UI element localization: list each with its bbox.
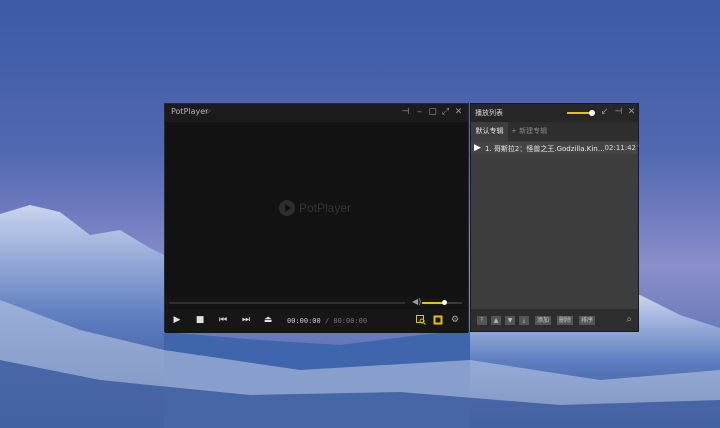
time-current: 00:00:00: [287, 317, 321, 325]
potplayer-logo: PotPlayer: [279, 200, 351, 216]
playlist-tabs: 默认专辑 + 新建专辑: [471, 122, 638, 141]
volume-icon[interactable]: ◀): [412, 297, 421, 306]
sort-button[interactable]: 排序: [579, 316, 596, 325]
move-bottom-icon[interactable]: ⤓: [519, 316, 529, 325]
playlist-window[interactable]: 播放列表 ↙ ⊣ ✕ 默认专辑 + 新建专辑 ▶ 1. 哥斯拉2：怪兽之王.Go…: [470, 103, 639, 332]
move-up-icon[interactable]: ▲: [491, 316, 501, 325]
time-separator: /: [324, 317, 330, 325]
delete-button[interactable]: 删除: [557, 316, 574, 325]
play-button[interactable]: ▶: [171, 314, 183, 326]
minimize-icon[interactable]: –: [414, 107, 425, 118]
stop-button[interactable]: ■: [194, 314, 206, 326]
search-icon[interactable]: ⌕: [626, 314, 632, 325]
list-item[interactable]: ▶ 1. 哥斯拉2：怪兽之王.Godzilla.King.of.t... 02:…: [471, 142, 638, 154]
playlist-toggle-icon[interactable]: [433, 315, 443, 325]
move-down-icon[interactable]: ▼: [505, 316, 515, 325]
logo-text: PotPlayer: [299, 201, 352, 215]
tab-default-album[interactable]: 默认专辑: [471, 122, 508, 141]
menu-chevron-icon[interactable]: ⌵: [205, 106, 211, 116]
volume-slider[interactable]: [422, 300, 462, 305]
control-bar: ▶ ■ ⏮ ⏭ ⏏ 00:00:00 / 00:00:00 ⚙: [165, 309, 468, 333]
previous-button[interactable]: ⏮: [217, 314, 229, 326]
seek-bar[interactable]: [169, 302, 405, 304]
time-display: 00:00:00 / 00:00:00: [287, 317, 367, 325]
video-area[interactable]: PotPlayer: [165, 122, 468, 297]
volume-knob[interactable]: [442, 300, 447, 305]
list-item-duration: 02:11:42: [604, 144, 636, 152]
now-playing-icon: ▶: [474, 143, 481, 153]
close-icon[interactable]: ✕: [453, 107, 464, 118]
dock-icon[interactable]: ↙: [599, 107, 610, 118]
player-titlebar[interactable]: PotPlayer ⌵ ⊣ – ▢ ⤢ ✕: [165, 104, 468, 122]
fullscreen-icon[interactable]: ⤢: [440, 107, 451, 118]
opacity-slider[interactable]: [567, 110, 595, 116]
play-logo-icon: [279, 200, 295, 216]
tab-new-album[interactable]: + 新建专辑: [511, 126, 547, 136]
search-subtitle-icon[interactable]: [416, 315, 426, 325]
volume-fill: [422, 302, 444, 304]
maximize-icon[interactable]: ▢: [427, 107, 438, 118]
pin-icon[interactable]: ⊣: [400, 107, 411, 118]
settings-gear-icon[interactable]: ⚙: [449, 314, 461, 326]
player-title: PotPlayer: [171, 107, 209, 116]
playlist-titlebar[interactable]: 播放列表 ↙ ⊣ ✕: [471, 104, 638, 122]
add-button[interactable]: 添加: [535, 316, 552, 325]
seek-row: ◀): [165, 297, 468, 307]
time-total: 00:00:00: [333, 317, 368, 325]
pin-icon[interactable]: ⊣: [613, 107, 624, 118]
playlist-toolbar: ⤒ ▲ ▼ ⤓ 添加 删除 排序 ⌕: [471, 309, 638, 331]
next-button[interactable]: ⏭: [240, 314, 252, 326]
eject-button[interactable]: ⏏: [262, 314, 274, 326]
move-top-icon[interactable]: ⤒: [477, 316, 487, 325]
playlist-title: 播放列表: [475, 109, 503, 117]
list-item-title: 1. 哥斯拉2：怪兽之王.Godzilla.King.of.t...: [485, 145, 609, 153]
player-window[interactable]: PotPlayer ⌵ ⊣ – ▢ ⤢ ✕ PotPlayer ◀) ▶ ■ ⏮…: [164, 103, 469, 333]
close-icon[interactable]: ✕: [626, 107, 637, 118]
